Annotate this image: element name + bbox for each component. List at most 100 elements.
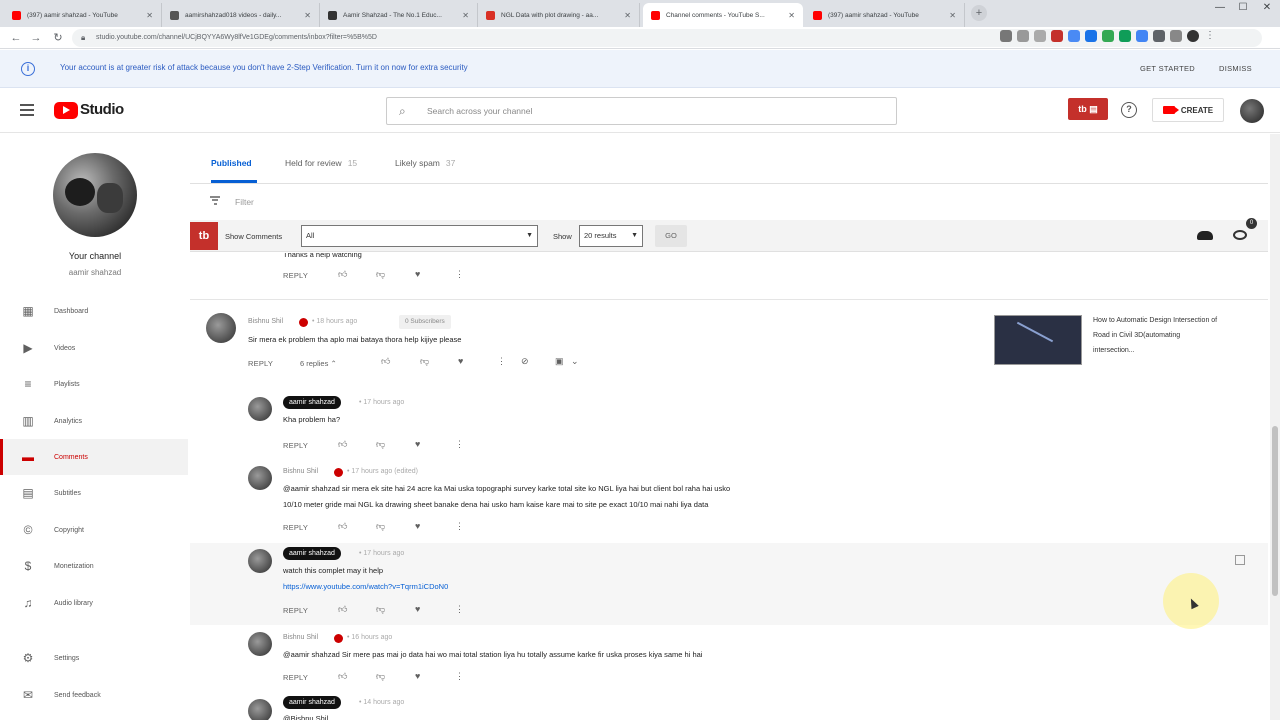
extension-icon[interactable]: [1119, 30, 1131, 42]
comment-time[interactable]: • 17 hours ago: [359, 550, 404, 557]
sidebar-item-copyright[interactable]: © Copyright: [0, 512, 188, 548]
thumbs-up-icon[interactable]: 👍︎: [338, 671, 347, 682]
heart-icon[interactable]: ♥: [415, 604, 420, 614]
sidebar-item-dashboard[interactable]: ▦ Dashboard: [0, 293, 188, 329]
extension-icon[interactable]: [1102, 30, 1114, 42]
chevron-down-icon[interactable]: ⌄: [571, 356, 579, 367]
forward-icon[interactable]: →: [28, 30, 44, 46]
studio-logo-text[interactable]: Studio: [80, 101, 124, 118]
more-options-icon[interactable]: ⋮: [497, 356, 506, 367]
replier-avatar[interactable]: [248, 397, 272, 421]
heart-icon[interactable]: ♥: [415, 269, 420, 279]
heart-icon[interactable]: ♥: [415, 439, 420, 449]
new-tab-button[interactable]: +: [971, 5, 987, 21]
thumbs-down-icon[interactable]: 👎︎: [420, 356, 429, 367]
sidebar-item-playlists[interactable]: ≡ Playlists: [0, 366, 188, 402]
browser-tab[interactable]: (397) aamir shahzad - YouTube ✕: [805, 3, 965, 27]
close-tab-icon[interactable]: ✕: [462, 11, 469, 20]
sidebar-item-videos[interactable]: ▶ Videos: [0, 330, 188, 366]
sidebar-item-monetization[interactable]: $ Monetization: [0, 548, 188, 584]
browser-tab[interactable]: NGL Data with plot drawing - aa... ✕: [478, 3, 640, 27]
create-button[interactable]: CREATE: [1152, 98, 1224, 122]
browser-tab[interactable]: Aamir Shahzad - The No.1 Educ... ✕: [320, 3, 478, 27]
tubebuddy-action-icon[interactable]: ▣: [555, 356, 564, 367]
extension-icon[interactable]: [1085, 30, 1097, 42]
reload-icon[interactable]: ↻: [50, 30, 66, 46]
comment-time[interactable]: • 16 hours ago: [347, 634, 392, 641]
menu-icon[interactable]: [20, 104, 34, 116]
heart-icon[interactable]: ♥: [415, 671, 420, 681]
browser-tab-active[interactable]: Channel comments - YouTube S... ✕: [643, 3, 803, 27]
zoom-icon[interactable]: [1017, 30, 1029, 42]
thumbs-up-icon[interactable]: 👍︎: [338, 521, 347, 532]
sidebar-item-subtitles[interactable]: ▤ Subtitles: [0, 475, 188, 511]
comment-time[interactable]: • 14 hours ago: [359, 699, 404, 706]
replier-avatar[interactable]: [248, 549, 272, 573]
tab-published[interactable]: Published: [211, 158, 252, 168]
close-window-icon[interactable]: ✕: [1252, 0, 1280, 16]
thumbs-up-icon[interactable]: 👍︎: [338, 439, 347, 450]
search-input[interactable]: Search across your channel: [427, 106, 532, 116]
reply-button[interactable]: REPLY: [283, 441, 308, 450]
reply-button[interactable]: REPLY: [283, 271, 308, 280]
sidebar-item-comments[interactable]: ▬ Comments: [0, 439, 188, 475]
help-icon[interactable]: ?: [1121, 102, 1137, 118]
tubebuddy-logo-icon[interactable]: tb: [190, 222, 218, 250]
reply-button[interactable]: REPLY: [283, 673, 308, 682]
channel-title[interactable]: Your channel: [0, 251, 190, 261]
tubebuddy-extension-icon[interactable]: [1051, 30, 1063, 42]
owner-name-pill[interactable]: aamir shahzad: [283, 696, 341, 709]
bookmark-star-icon[interactable]: [1034, 30, 1046, 42]
filter-row[interactable]: Filter: [190, 185, 1268, 217]
thumbs-up-icon[interactable]: 👍︎: [338, 604, 347, 615]
thumbs-up-icon[interactable]: 👍︎: [338, 269, 347, 280]
comment-time[interactable]: • 17 hours ago (edited): [347, 468, 418, 475]
cloud-icon[interactable]: [1197, 231, 1213, 240]
more-options-icon[interactable]: ⋮: [455, 269, 464, 280]
thumbs-down-icon[interactable]: 👎︎: [376, 269, 385, 280]
page-scrollbar[interactable]: [1270, 134, 1280, 720]
back-icon[interactable]: ←: [8, 30, 24, 46]
thumbs-down-icon[interactable]: 👎︎: [376, 604, 385, 615]
sidebar-item-audio-library[interactable]: ♫ Audio library: [0, 585, 188, 621]
browser-tab[interactable]: (397) aamir shahzad - YouTube ✕: [4, 3, 162, 27]
youtube-logo-icon[interactable]: [54, 102, 78, 119]
search-box[interactable]: ⌕ Search across your channel: [386, 97, 897, 125]
extension-icon[interactable]: [1153, 30, 1165, 42]
comment-link[interactable]: https://www.youtube.com/watch?v=Tqrm1iCD…: [283, 579, 448, 595]
results-count-select[interactable]: 20 results ▼: [579, 225, 643, 247]
thumbs-down-icon[interactable]: 👎︎: [376, 439, 385, 450]
replies-toggle[interactable]: 6 replies ⌃: [300, 359, 337, 368]
comment-time[interactable]: • 17 hours ago: [359, 399, 404, 406]
close-tab-icon[interactable]: ✕: [788, 11, 795, 20]
thumbs-up-icon[interactable]: 👍︎: [381, 356, 390, 367]
scrollbar-thumb[interactable]: [1272, 426, 1278, 596]
heart-icon[interactable]: ♥: [415, 521, 420, 531]
comment-time[interactable]: • 18 hours ago: [312, 318, 357, 325]
close-tab-icon[interactable]: ✕: [949, 11, 956, 20]
more-options-icon[interactable]: ⋮: [455, 604, 464, 615]
sidebar-item-send-feedback[interactable]: ✉ Send feedback: [0, 677, 188, 713]
reply-button[interactable]: REPLY: [283, 606, 308, 615]
video-thumbnail[interactable]: [994, 315, 1082, 365]
comment-author[interactable]: Bishnu Shil: [248, 318, 283, 325]
tab-held-for-review[interactable]: Held for review 15: [285, 158, 357, 168]
sidebar-item-analytics[interactable]: ▥ Analytics: [0, 403, 188, 439]
owner-name-pill[interactable]: aamir shahzad: [283, 547, 341, 560]
extension-icon[interactable]: [1068, 30, 1080, 42]
filter-input[interactable]: Filter: [235, 197, 254, 207]
cast-icon[interactable]: [1000, 30, 1012, 42]
sidebar-item-settings[interactable]: ⚙ Settings: [0, 640, 188, 676]
browser-tab[interactable]: aamirshahzad018 videos - daily... ✕: [162, 3, 320, 27]
show-comments-select[interactable]: All ▼: [301, 225, 538, 247]
browser-menu-icon[interactable]: ⋮: [1204, 30, 1216, 42]
tab-likely-spam[interactable]: Likely spam 37: [395, 158, 455, 168]
close-tab-icon[interactable]: ✕: [146, 11, 153, 20]
commenter-avatar[interactable]: [206, 313, 236, 343]
reply-button[interactable]: REPLY: [283, 523, 308, 532]
more-options-icon[interactable]: ⋮: [455, 671, 464, 682]
extension-icon[interactable]: [1136, 30, 1148, 42]
comment-author[interactable]: Bishnu Shil: [283, 468, 318, 475]
heart-icon[interactable]: ♥: [458, 356, 463, 366]
extension-icon[interactable]: [1170, 30, 1182, 42]
